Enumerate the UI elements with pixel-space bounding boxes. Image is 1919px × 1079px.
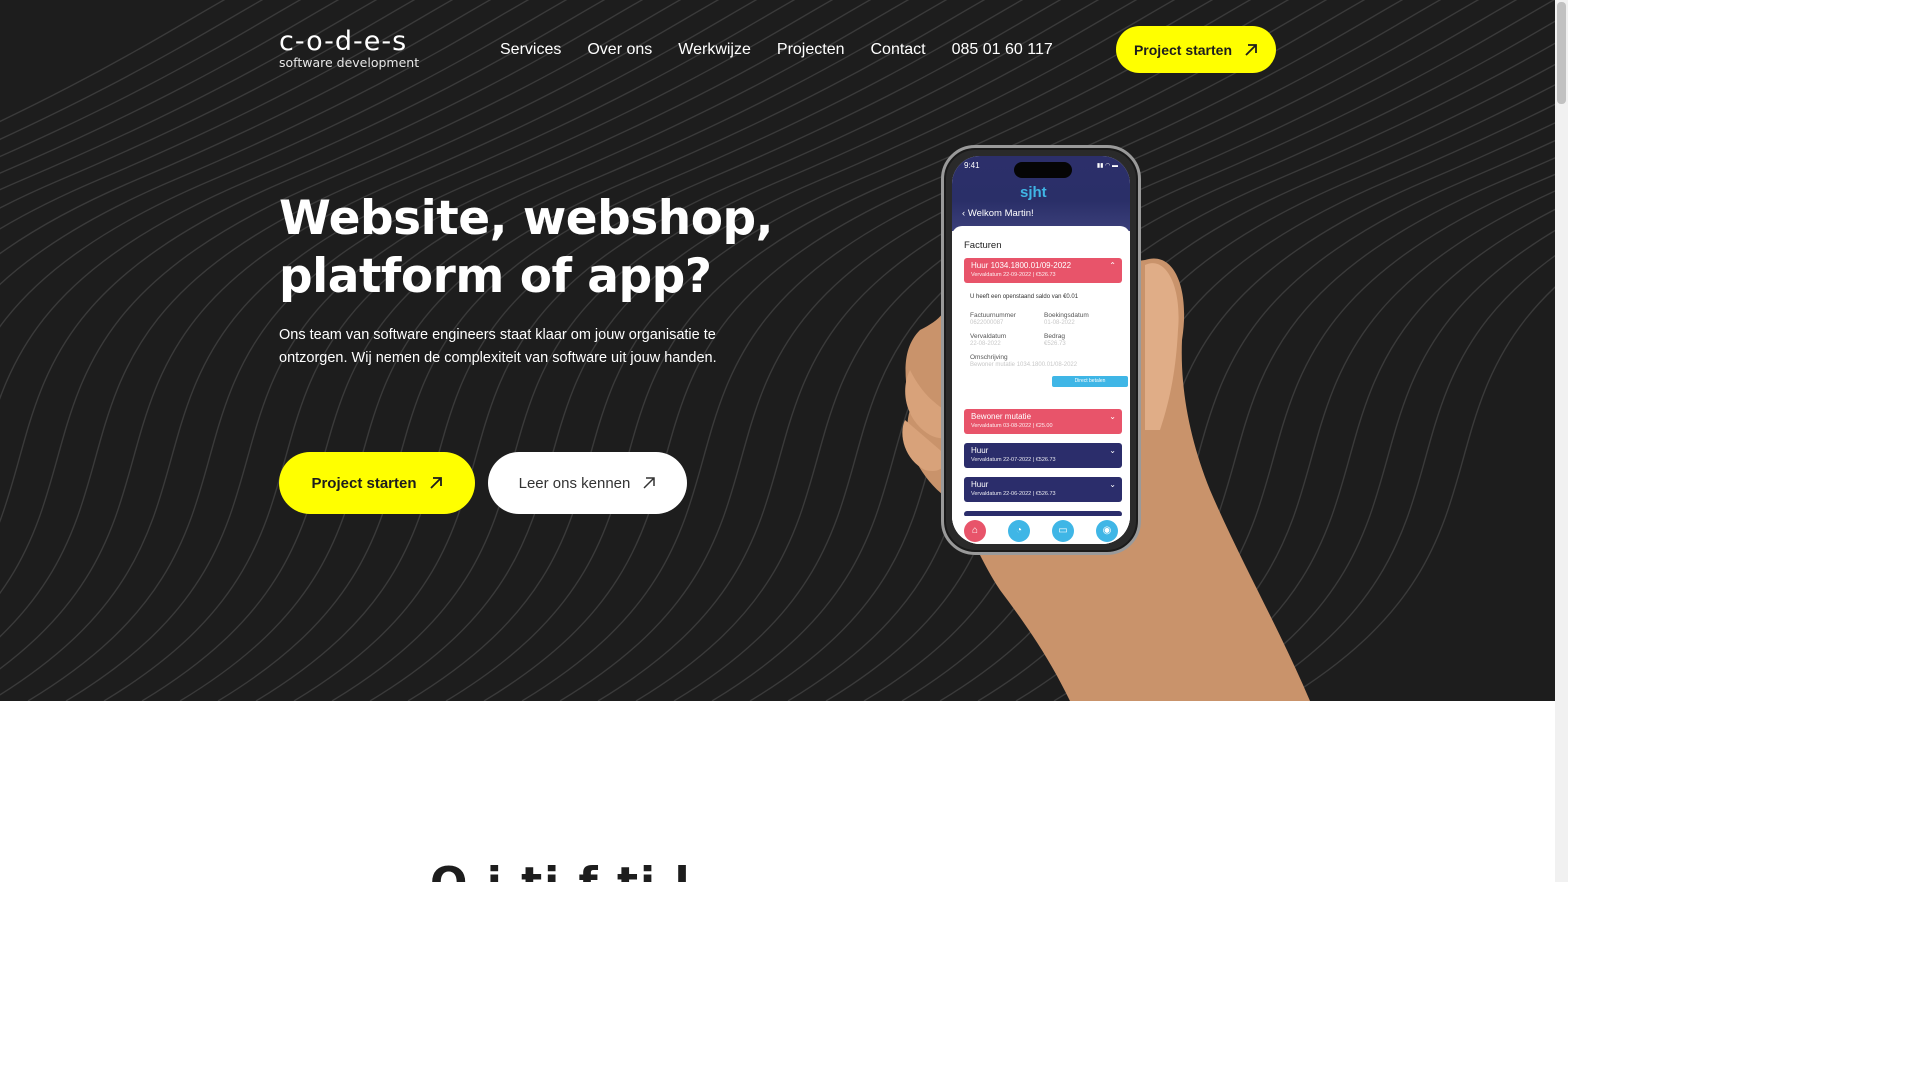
invoice-item[interactable]: Huur Vervaldatum 22-07-2022 | €526.73 ⌄ [964,443,1122,468]
invoice-item[interactable]: Bewoner mutatie Vervaldatum 03-08-2022 |… [964,409,1122,434]
chevron-up-icon: ⌃ [1109,261,1116,270]
invoices-title: Facturen [964,240,1002,251]
invoice-title: Huur 1034.1800.01/09-2022 [971,261,1072,270]
app-brand-logo: sjht [1020,184,1047,201]
arrow-up-right-icon [643,477,656,489]
hero-section: c-o-d-e-s software development Services … [0,0,1555,701]
headline-line-2: platform of app? [279,249,712,304]
nav-phone-number[interactable]: 085 01 60 117 [952,38,1053,62]
invoice-title: Huur [971,446,989,455]
invoice-sub: Vervaldatum 22-07-2022 | €526.73 [971,457,1056,463]
chevron-down-icon: ⌄ [1109,446,1116,455]
header-cta-label: Project starten [1133,41,1233,58]
user-icon[interactable]: ◉ [1096,520,1118,542]
detail-value: €526.73 [1044,341,1066,347]
detail-label: Factuurnummer [970,312,1016,319]
invoice-sub: Vervaldatum 22-06-2022 | €526.73 [971,491,1056,497]
primary-button-label: Project starten [311,474,417,492]
hero-headline: Website, webshop, platform of app? [279,190,799,306]
detail-value: Bewoner mutatie 1034.1800.01/08-2022 [970,362,1078,368]
phone-mockup: 9:41 ▮▮ ◠ ▬ sjht ‹ Welkom Martin! Factur… [941,145,1141,555]
home-icon[interactable]: ⌂ [964,520,986,542]
main-nav: Services Over ons Werkwijze Projecten Co… [500,38,1053,62]
nav-projecten[interactable]: Projecten [777,38,845,62]
app-tabbar: ⌂ ◔ ▭ ◉ [952,516,1130,544]
chevron-down-icon: ⌄ [1109,412,1116,421]
nav-contact[interactable]: Contact [870,38,925,62]
direct-betalen-button[interactable]: Direct betalen [1052,376,1128,387]
page-scrollbar[interactable] [1555,0,1568,882]
arrow-up-right-icon [1245,43,1257,56]
header-project-starten-button[interactable]: Project starten [1116,26,1276,73]
next-section-heading: O i ti f ti l [430,858,1130,882]
headline-line-1: Website, webshop, [279,191,774,246]
dynamic-island [1014,162,1072,178]
scrollbar-thumb[interactable] [1557,2,1566,104]
invoice-detail: U heeft een openstaand saldo van €0.01 F… [964,294,1128,387]
detail-label: Bedrag [1044,333,1065,340]
logo-wordmark: c-o-d-e-s [279,26,408,57]
invoices-card: Facturen Huur 1034.1800.01/09-2022 Verva… [952,226,1130,544]
invoice-item[interactable]: Huur 1034.1800.01/09-2022 Vervaldatum 22… [964,258,1122,283]
chevron-down-icon: ⌄ [1109,480,1116,489]
leer-ons-kennen-button[interactable]: Leer ons kennen [488,452,687,514]
detail-message: U heeft een openstaand saldo van €0.01 [970,294,1079,300]
phone-screen: 9:41 ▮▮ ◠ ▬ sjht ‹ Welkom Martin! Factur… [952,156,1130,544]
detail-value: 0622000087 [970,320,1004,326]
welcome-text: ‹ Welkom Martin! [962,208,1034,219]
project-starten-button[interactable]: Project starten [279,452,475,514]
detail-label: Omschrijving [970,354,1008,361]
arrow-up-right-icon [429,477,442,489]
logo[interactable]: c-o-d-e-s software development [279,28,419,70]
wave-lines-background [0,0,1555,701]
invoice-sub: Vervaldatum 03-08-2022 | €25.00 [971,423,1053,429]
secondary-button-label: Leer ons kennen [518,474,631,492]
invoice-sub: Vervaldatum 22-09-2022 | €526.73 [971,272,1056,278]
invoice-title: Huur [971,480,989,489]
status-time: 9:41 [964,161,980,170]
detail-value: 22-08-2022 [970,341,1001,347]
hero-subtext: Ons team van software engineers staat kl… [279,327,717,366]
detail-label: Vervaldatum [970,333,1007,340]
invoice-title: Bewoner mutatie [971,412,1032,421]
detail-label: Boekingsdatum [1044,312,1089,319]
invoice-item[interactable]: Huur Vervaldatum 22-06-2022 | €526.73 ⌄ [964,477,1122,502]
chat-icon[interactable]: ▭ [1052,520,1074,542]
app-header: 9:41 ▮▮ ◠ ▬ sjht ‹ Welkom Martin! [952,156,1130,231]
nav-over-ons[interactable]: Over ons [587,38,652,62]
detail-value: 01-08-2022 [1044,320,1075,326]
bell-icon[interactable]: ◔ [1008,520,1030,542]
logo-tagline: software development [279,55,420,70]
status-icons: ▮▮ ◠ ▬ [1096,163,1118,169]
nav-werkwijze[interactable]: Werkwijze [678,38,751,62]
nav-services[interactable]: Services [500,38,561,62]
